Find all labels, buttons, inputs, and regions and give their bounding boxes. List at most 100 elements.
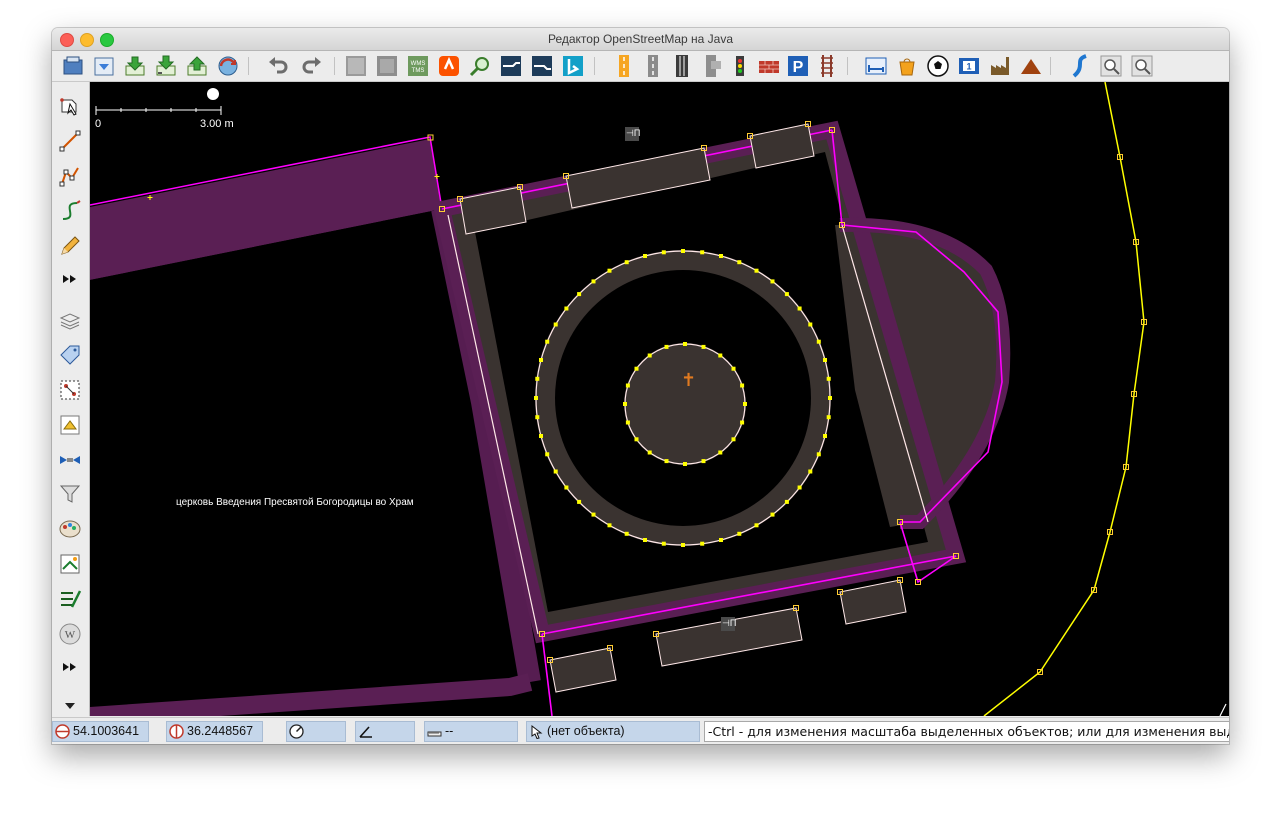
map-node[interactable] <box>816 452 821 457</box>
map-node[interactable] <box>816 339 821 344</box>
map-node[interactable] <box>564 306 569 311</box>
zoom-out-icon[interactable] <box>1130 54 1154 78</box>
map-node[interactable] <box>740 420 745 425</box>
select-tool-icon[interactable] <box>58 94 82 118</box>
junction-icon[interactable] <box>699 54 723 78</box>
map-node[interactable] <box>731 366 736 371</box>
map-node[interactable] <box>718 353 723 358</box>
map-node[interactable] <box>770 512 775 517</box>
map-node[interactable] <box>625 383 630 388</box>
map-view[interactable]: 0 3.00 m ⊣П ⊣П ✝ церковь Введения Пресвя… <box>90 82 1229 716</box>
hotel-icon[interactable] <box>864 54 888 78</box>
map-node[interactable] <box>535 376 540 381</box>
draw-area-icon[interactable] <box>58 164 82 188</box>
map-node[interactable] <box>553 469 558 474</box>
map-node[interactable] <box>731 437 736 442</box>
map-node[interactable] <box>681 249 685 253</box>
map-node[interactable] <box>634 366 639 371</box>
layers-icon[interactable] <box>58 309 82 333</box>
zoom-in-icon[interactable] <box>1099 54 1123 78</box>
scroll-down-icon[interactable] <box>58 694 82 709</box>
map-node[interactable] <box>624 260 629 265</box>
map-node[interactable] <box>577 499 582 504</box>
map-node[interactable] <box>661 541 666 546</box>
map-node[interactable] <box>539 358 543 362</box>
map-node[interactable] <box>797 485 802 490</box>
map-node[interactable] <box>643 538 647 542</box>
wall-icon[interactable] <box>757 54 781 78</box>
zoom-search-icon[interactable] <box>468 54 492 78</box>
wms-tms-icon[interactable]: WMS TMS <box>406 54 430 78</box>
map-node[interactable] <box>719 538 723 542</box>
map-node[interactable] <box>700 250 705 255</box>
map-node[interactable] <box>647 353 652 358</box>
map-node[interactable] <box>681 543 685 547</box>
map-node[interactable] <box>737 531 742 536</box>
highway-icon[interactable] <box>670 54 694 78</box>
waterway-icon[interactable] <box>1068 54 1092 78</box>
map-node[interactable] <box>700 541 705 546</box>
map-node[interactable] <box>743 402 747 406</box>
map-node[interactable] <box>718 450 723 455</box>
map-node[interactable] <box>661 250 666 255</box>
mapbox-icon[interactable] <box>499 54 523 78</box>
street-icon[interactable] <box>641 54 665 78</box>
map-node[interactable] <box>740 383 745 388</box>
map-node[interactable] <box>797 306 802 311</box>
more-tools-icon[interactable] <box>58 267 82 291</box>
parking-icon[interactable]: P <box>786 54 810 78</box>
shop-icon[interactable] <box>895 54 919 78</box>
wikipedia-icon[interactable]: W <box>58 622 82 646</box>
filter-icon[interactable] <box>58 448 82 472</box>
conflict-icon[interactable] <box>58 413 82 437</box>
map-node[interactable] <box>683 342 687 346</box>
map-node[interactable] <box>577 292 582 297</box>
download-data-icon[interactable] <box>123 54 147 78</box>
map-node[interactable] <box>701 459 706 464</box>
validation-icon[interactable] <box>58 552 82 576</box>
map-node[interactable] <box>564 485 569 490</box>
strava-icon[interactable] <box>437 54 461 78</box>
improve-way-icon[interactable] <box>58 199 82 223</box>
bing-icon[interactable] <box>561 54 585 78</box>
download-overpass-icon[interactable] <box>154 54 178 78</box>
map-node[interactable] <box>607 268 612 273</box>
map-node[interactable] <box>784 292 789 297</box>
draw-line-icon[interactable] <box>58 129 82 153</box>
map-node[interactable] <box>754 523 759 528</box>
funnel-icon[interactable] <box>58 482 82 506</box>
railway-icon[interactable] <box>815 54 839 78</box>
map-node[interactable] <box>664 459 669 464</box>
map-paint-icon[interactable] <box>58 517 82 541</box>
traffic-light-icon[interactable] <box>728 54 752 78</box>
map-node[interactable] <box>591 512 596 517</box>
imagery-icon-2[interactable] <box>375 54 399 78</box>
open-file-icon[interactable] <box>61 54 85 78</box>
map-node[interactable] <box>545 452 550 457</box>
checklist-icon[interactable] <box>58 587 82 611</box>
map-node[interactable] <box>591 279 596 284</box>
undo-icon[interactable] <box>266 54 290 78</box>
map-node[interactable] <box>683 462 687 466</box>
update-data-icon[interactable] <box>216 54 240 78</box>
map-node[interactable] <box>828 396 832 400</box>
industrial-icon[interactable] <box>988 54 1012 78</box>
tags-icon[interactable] <box>58 343 82 367</box>
number-icon[interactable]: 1 <box>957 54 981 78</box>
map-node[interactable] <box>624 531 629 536</box>
map-node[interactable] <box>826 415 831 420</box>
map-node[interactable] <box>701 344 706 349</box>
road-icon[interactable] <box>612 54 636 78</box>
map-node[interactable] <box>754 268 759 273</box>
map-node[interactable] <box>808 322 813 327</box>
relation-icon[interactable] <box>58 378 82 402</box>
map-node[interactable] <box>535 415 540 420</box>
map-node[interactable] <box>808 469 813 474</box>
map-node[interactable] <box>545 339 550 344</box>
map-node[interactable] <box>826 376 831 381</box>
map-node[interactable] <box>625 420 630 425</box>
peak-icon[interactable] <box>1019 54 1043 78</box>
map-node[interactable] <box>634 437 639 442</box>
imagery-icon-1[interactable] <box>344 54 368 78</box>
map-node[interactable] <box>553 322 558 327</box>
